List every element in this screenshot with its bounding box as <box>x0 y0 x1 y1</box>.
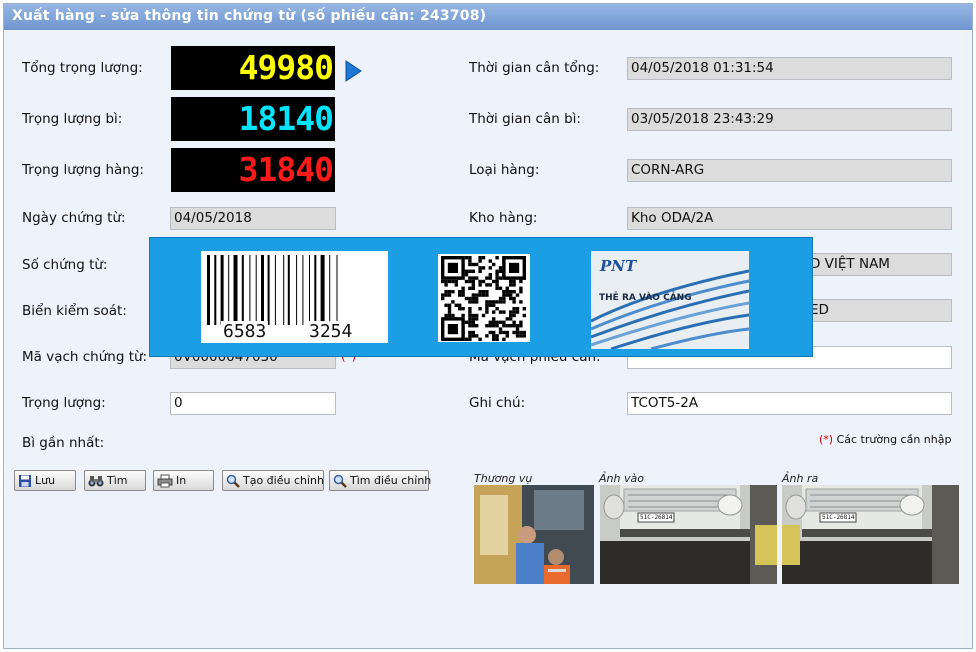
qr-code-image <box>438 254 530 342</box>
card-title: THẺ RA VÀO CẢNG <box>599 293 692 303</box>
gross-time-field[interactable]: 04/05/2018 01:31:54 <box>627 57 952 80</box>
barcode-number-right: 3254 <box>307 321 355 342</box>
entry-photo[interactable]: 51C-26814 <box>600 485 777 584</box>
exit-photo[interactable]: 51C-26814 <box>782 485 959 584</box>
search-button[interactable]: Tìm <box>84 470 146 491</box>
required-note-mark: (*) <box>819 433 834 446</box>
license-plate-label: Biển kiểm soát: <box>22 303 127 319</box>
tare-time-label: Thời gian cân bì: <box>469 111 581 127</box>
card-brand-logo: PNT <box>600 257 637 275</box>
barcode-number-left: 6583 <box>221 321 269 342</box>
binoculars-icon <box>88 475 104 486</box>
last-tare-label: Bì gần nhất: <box>22 435 105 451</box>
printer-icon <box>157 474 173 487</box>
required-fields-note: (*) Các trường cần nhập <box>819 433 951 446</box>
net-weight-display: 31840 <box>171 148 335 192</box>
gross-weight-label: Tổng trọng lượng: <box>22 60 143 76</box>
exit-photo-label: Ảnh ra <box>782 472 819 485</box>
save-button-label: Lưu <box>35 474 56 487</box>
entry-photo-label: Ảnh vào <box>599 472 644 485</box>
warehouse-label: Kho hàng: <box>469 210 538 226</box>
trade-photo[interactable] <box>474 485 594 584</box>
warehouse-field[interactable]: Kho ODA/2A <box>627 207 952 230</box>
scan-overlay-panel: 6583 3254 PNT THẺ RA VÀO CẢNG <box>149 237 813 357</box>
magnifier-icon <box>226 474 240 488</box>
note-input[interactable]: TCOT5-2A <box>627 392 952 415</box>
goods-type-label: Loại hàng: <box>469 162 540 178</box>
net-weight-label: Trọng lượng hàng: <box>22 162 144 178</box>
required-note-text: Các trường cần nhập <box>836 433 952 446</box>
barcode-image: 6583 3254 <box>201 251 388 343</box>
tare-time-field[interactable]: 03/05/2018 23:43:29 <box>627 108 952 131</box>
document-date-label: Ngày chứng từ: <box>22 210 126 226</box>
customer-value: D VIỆT NAM <box>810 256 890 272</box>
gross-time-label: Thời gian cân tổng: <box>469 60 600 76</box>
edit-document-window: Xuất hàng - sửa thông tin chứng từ (số p… <box>3 3 973 649</box>
weight-input[interactable]: 0 <box>170 392 336 415</box>
entry-plate-text: 51C-26814 <box>640 514 673 521</box>
document-barcode-label: Mã vạch chứng từ: <box>22 349 148 365</box>
magnifier-icon <box>333 474 347 488</box>
port-access-card-image: PNT THẺ RA VÀO CẢNG <box>591 251 749 349</box>
trade-photo-label: Thương vụ <box>474 472 533 485</box>
goods-type-field[interactable]: CORN-ARG <box>627 159 952 182</box>
exit-plate-text: 51C-26814 <box>822 514 855 521</box>
weight-label: Trọng lượng: <box>22 395 106 411</box>
tare-weight-display: 18140 <box>171 97 335 141</box>
gross-weight-display: 49980 <box>171 46 335 90</box>
document-number-label: Số chứng từ: <box>22 257 108 273</box>
print-button-label: In <box>176 474 187 487</box>
tare-weight-label: Trọng lượng bì: <box>22 111 123 127</box>
create-adjustment-label: Tạo điều chỉnh <box>243 474 324 487</box>
search-button-label: Tìm <box>107 474 128 487</box>
save-button[interactable]: Lưu <box>14 470 76 491</box>
find-adjustment-button[interactable]: Tìm điều chỉnh <box>329 470 432 491</box>
play-arrow-icon[interactable] <box>344 60 362 86</box>
print-button[interactable]: In <box>153 470 214 491</box>
note-label: Ghi chú: <box>469 395 526 411</box>
document-date-field[interactable]: 04/05/2018 <box>170 207 336 230</box>
window-title: Xuất hàng - sửa thông tin chứng từ (số p… <box>4 4 972 30</box>
floppy-disk-icon <box>19 474 31 487</box>
create-adjustment-button[interactable]: Tạo điều chỉnh <box>222 470 324 491</box>
find-adjustment-label: Tìm điều chỉnh <box>350 474 432 487</box>
